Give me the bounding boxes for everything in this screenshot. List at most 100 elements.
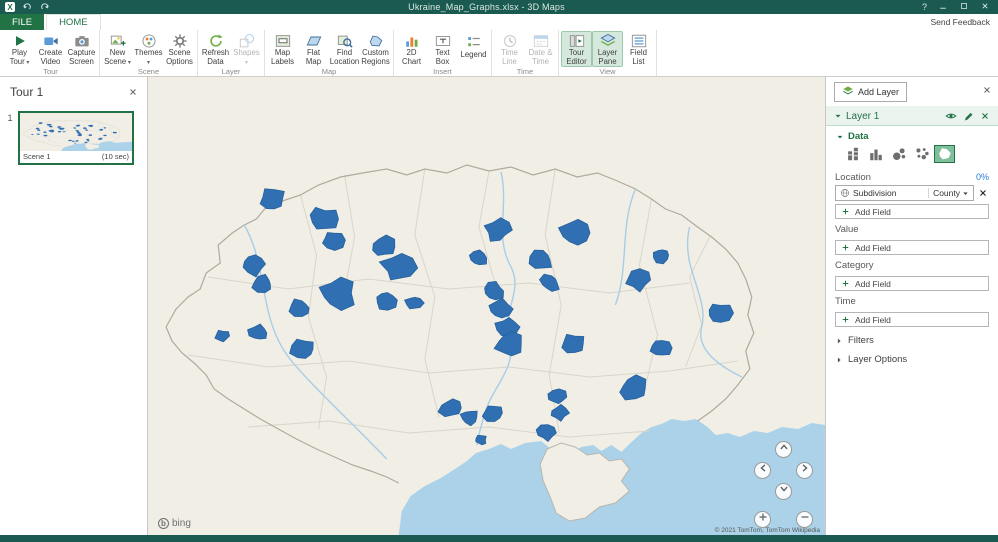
send-feedback-link[interactable]: Send Feedback (930, 17, 990, 27)
timeline-icon (502, 33, 518, 49)
text-box-icon (435, 33, 451, 49)
region-icon (937, 146, 953, 162)
bing-wordmark: bing (172, 518, 191, 529)
ribbon-button-2d-chart[interactable]: 2D Chart (396, 31, 427, 67)
layer-pane-icon (600, 33, 616, 49)
ribbon-button-label: Themes ▾ (134, 49, 163, 66)
remove-location-field-button[interactable] (977, 188, 989, 198)
ribbon-button-label: New Scene ▾ (103, 49, 132, 66)
value-section-label: Value (835, 224, 859, 235)
map-area[interactable]: b bing © 2021 TomTom, TomTom Wikipedia (148, 77, 825, 535)
category-add-field-button[interactable]: Add Field (835, 276, 989, 291)
location-field-chip[interactable]: Subdivision County (835, 185, 974, 201)
ribbon-button-label: Time Line (495, 49, 524, 66)
value-add-field-button[interactable]: Add Field (835, 240, 989, 255)
ribbon-button-scene-options[interactable]: Scene Options (164, 31, 195, 67)
ribbon-group-label: Layer (200, 67, 262, 77)
layer-options-expander[interactable]: Layer Options (826, 346, 998, 365)
viz-type-stacked-column[interactable] (842, 145, 863, 163)
ribbon-button-custom-regions[interactable]: Custom Regions (360, 31, 391, 67)
ribbon-button-find-location[interactable]: Find Location (329, 31, 360, 67)
pan-down-button[interactable] (775, 483, 792, 500)
highlighted-region[interactable] (113, 132, 117, 134)
minimize-button[interactable] (938, 1, 948, 13)
add-field-label: Add Field (855, 243, 891, 253)
collapse-data-icon (836, 133, 844, 141)
ribbon-button-time-line[interactable]: Time Line (494, 31, 525, 67)
ribbon-button-label: Tour Editor (562, 49, 591, 66)
tab-home[interactable]: HOME (46, 14, 101, 30)
highlighted-region[interactable] (47, 124, 52, 126)
ribbon-button-themes[interactable]: Themes ▾ (133, 31, 164, 67)
ribbon-group-label: Map (267, 67, 391, 77)
time-section-label: Time (835, 296, 856, 307)
collapse-layer-icon[interactable] (834, 112, 842, 120)
highlighted-region[interactable] (310, 207, 338, 229)
ribbon-button-new-scene[interactable]: New Scene ▾ (102, 31, 133, 67)
ribbon-tabs: FILE HOME Send Feedback (0, 14, 998, 30)
ribbon-button-map-labels[interactable]: Map Labels (267, 31, 298, 67)
ribbon-button-refresh-data[interactable]: Refresh Data (200, 31, 231, 67)
help-button[interactable]: ? (922, 2, 927, 12)
ribbon-button-label: Create Video (36, 49, 65, 66)
ribbon-button-layer-pane[interactable]: Layer Pane (592, 31, 623, 67)
ribbon-button-field-list[interactable]: Field List (623, 31, 654, 67)
maximize-button[interactable] (959, 1, 969, 13)
map-labels-icon (275, 33, 291, 49)
viz-type-bubble[interactable] (888, 145, 909, 163)
scene-number: 1 (6, 111, 14, 165)
tab-file[interactable]: FILE (0, 14, 44, 30)
viz-type-region[interactable] (934, 145, 955, 163)
time-add-field-button[interactable]: Add Field (835, 312, 989, 327)
ribbon-button-text-box[interactable]: Text Box (427, 31, 458, 67)
ribbon-group-layer: Refresh DataShapes ▾Layer (198, 30, 265, 76)
zoom-out-button[interactable] (796, 511, 813, 528)
ribbon-group-map: Map LabelsFlat MapFind LocationCustom Re… (265, 30, 394, 76)
pan-up-button[interactable] (775, 441, 792, 458)
ribbon-button-play-tour[interactable]: Play Tour ▾ (4, 31, 35, 67)
pan-right-button[interactable] (796, 462, 813, 479)
ribbon-button-shapes[interactable]: Shapes ▾ (231, 31, 262, 67)
geo-type-dropdown[interactable]: County (928, 188, 969, 198)
location-field-name: Subdivision (853, 188, 925, 198)
ribbon-group-label: Scene (102, 67, 195, 77)
ribbon-button-date-time[interactable]: Date & Time (525, 31, 556, 67)
ribbon-button-capture-screen[interactable]: Capture Screen (66, 31, 97, 67)
close-layer-pane-button[interactable] (982, 82, 992, 100)
redo-icon[interactable] (39, 1, 51, 13)
data-section-header[interactable]: Data (826, 126, 998, 143)
rename-layer-button[interactable] (963, 111, 974, 122)
ribbon-group-tour: Play Tour ▾Create VideoCapture ScreenTou… (2, 30, 100, 76)
map-canvas[interactable] (148, 77, 825, 535)
highlighted-region[interactable] (39, 122, 43, 124)
filters-label: Filters (848, 335, 874, 346)
location-add-field-button[interactable]: Add Field (835, 204, 989, 219)
layers-icon (842, 85, 854, 99)
custom-regions-icon (368, 33, 384, 49)
viz-type-clustered-column[interactable] (865, 145, 886, 163)
zoom-in-button[interactable] (754, 511, 771, 528)
delete-layer-button[interactable] (980, 111, 990, 121)
layer-visibility-button[interactable] (945, 110, 957, 122)
close-window-button[interactable] (980, 1, 990, 13)
close-tour-panel-button[interactable] (128, 84, 138, 102)
ribbon-button-flat-map[interactable]: Flat Map (298, 31, 329, 67)
ribbon-button-create-video[interactable]: Create Video (35, 31, 66, 67)
heat-map-icon (914, 146, 930, 162)
clustered-column-icon (868, 146, 884, 162)
scene-thumbnail-card[interactable]: Scene 1 (10 sec) (18, 111, 134, 165)
highlighted-region[interactable] (709, 304, 733, 322)
undo-icon[interactable] (21, 1, 33, 13)
highlighted-region[interactable] (260, 189, 284, 209)
filters-expander[interactable]: Filters (826, 327, 998, 346)
window-bottom-edge (0, 535, 998, 542)
ribbon-button-legend[interactable]: Legend (458, 31, 489, 67)
layer-row[interactable]: Layer 1 (826, 106, 998, 126)
chevron-right-icon (835, 356, 843, 364)
add-layer-button[interactable]: Add Layer (834, 82, 907, 102)
pan-left-button[interactable] (754, 462, 771, 479)
viz-type-heat-map[interactable] (911, 145, 932, 163)
geocoding-percent-link[interactable]: 0% (976, 172, 989, 182)
ribbon-button-tour-editor[interactable]: Tour Editor (561, 31, 592, 67)
add-field-label: Add Field (855, 279, 891, 289)
